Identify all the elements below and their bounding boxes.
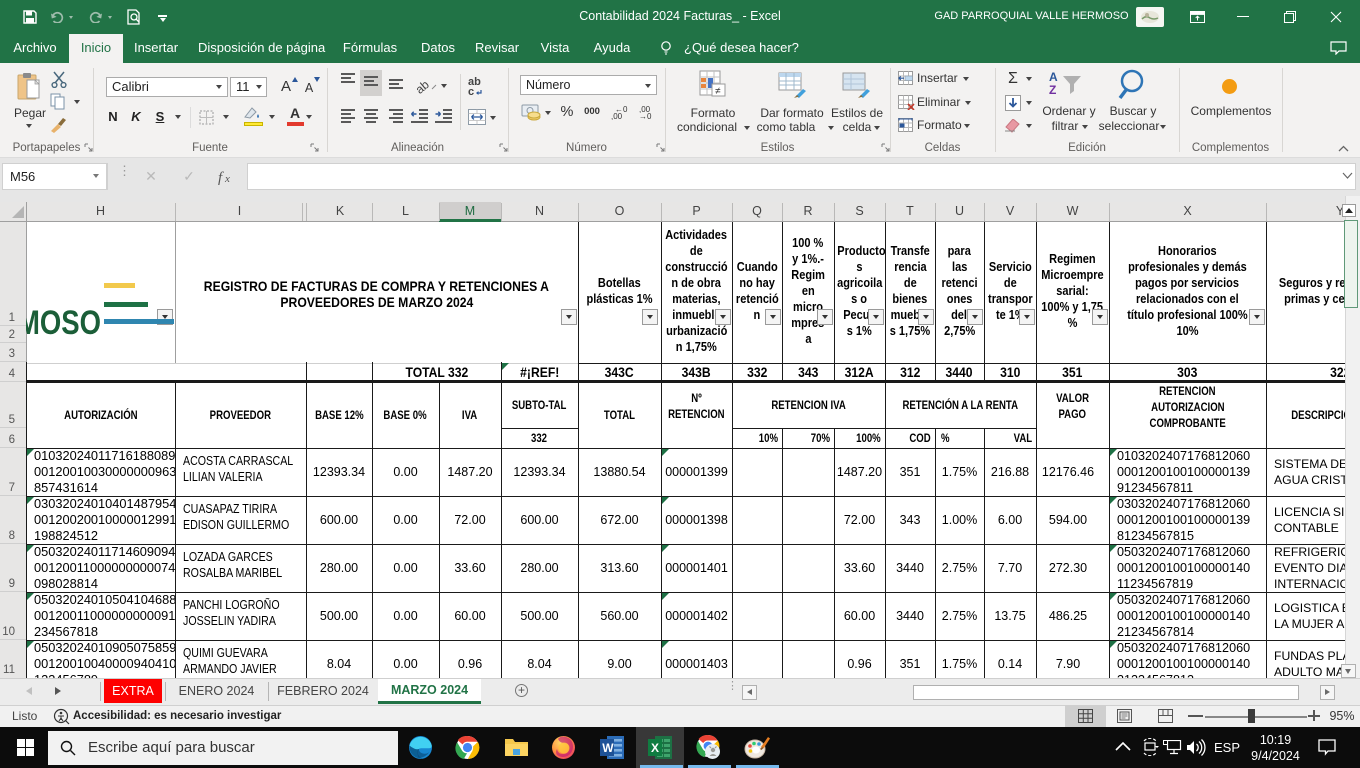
- svg-text:W: W: [602, 741, 614, 755]
- svg-text:x: x: [224, 173, 230, 185]
- svg-text:≠: ≠: [715, 86, 721, 97]
- svg-text:X: X: [651, 741, 659, 755]
- svg-text:f: f: [218, 170, 224, 185]
- svg-text:c: c: [468, 86, 474, 96]
- svg-text:ab: ab: [415, 77, 432, 95]
- svg-text:Z: Z: [1049, 83, 1056, 96]
- svg-text:A: A: [1049, 70, 1058, 84]
- svg-text:→0: →0: [639, 112, 652, 120]
- svg-text:,00: ,00: [611, 112, 623, 120]
- svg-text:MOSO: MOSO: [26, 304, 101, 338]
